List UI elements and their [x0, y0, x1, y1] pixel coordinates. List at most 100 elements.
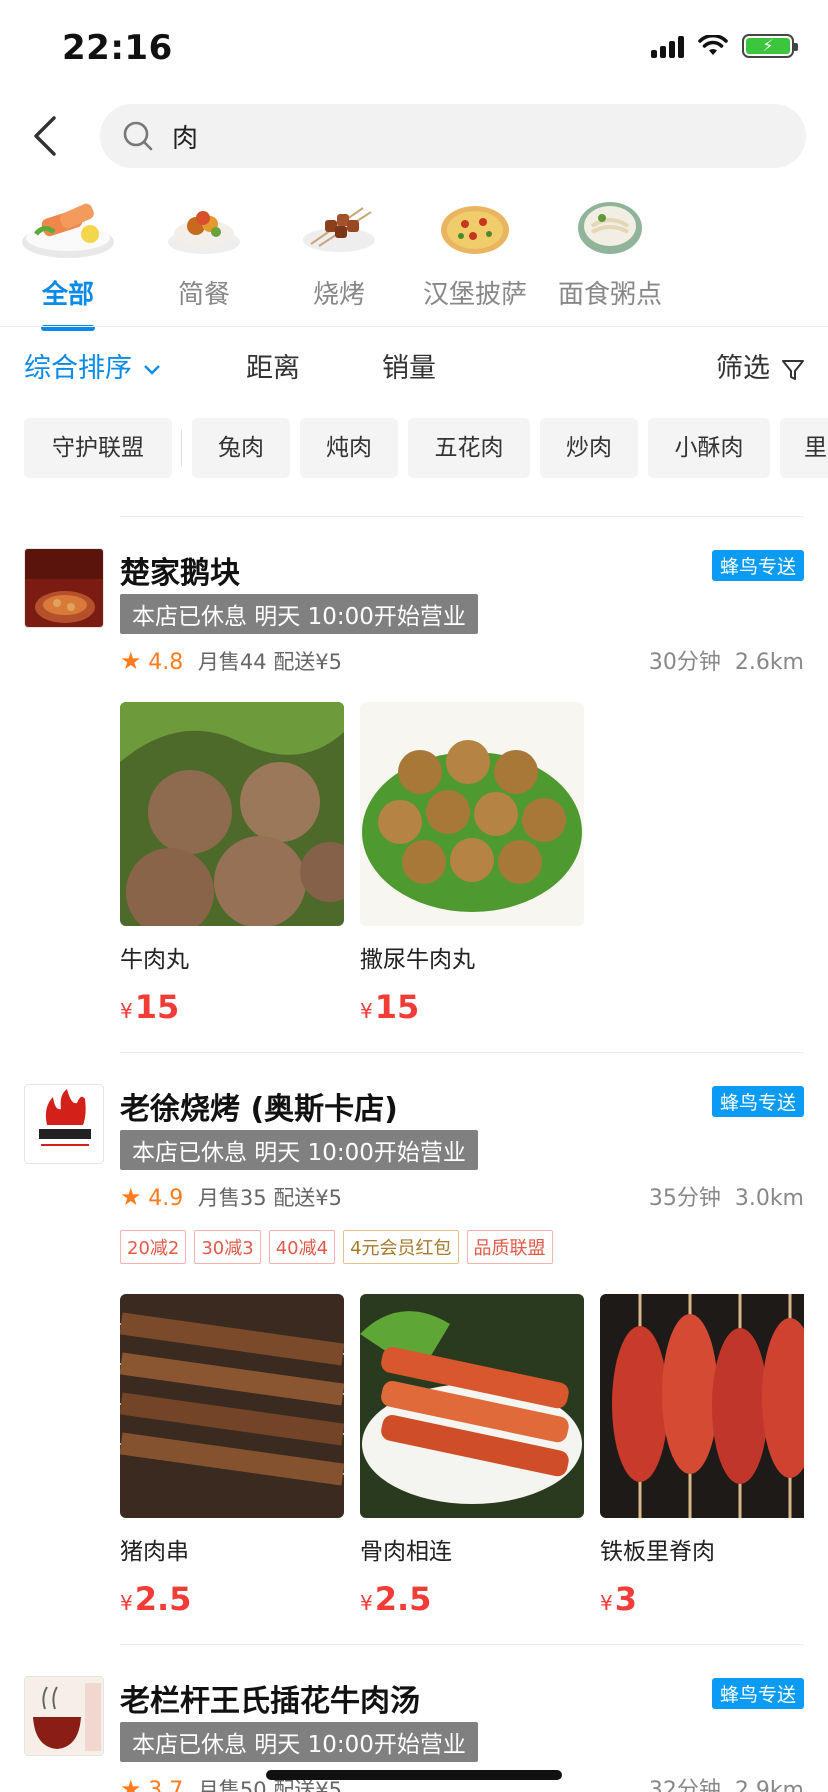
closed-status: 本店已休息 明天 10:00开始营业	[120, 1722, 478, 1762]
delivery-time: 30分钟	[648, 650, 721, 675]
tag-chip[interactable]: 炒肉	[540, 418, 638, 478]
search-icon	[123, 121, 153, 151]
shop-rating: 4.9	[148, 1186, 184, 1211]
dish-name: 猪肉串	[120, 1539, 189, 1565]
tab-burger-pizza-label: 汉堡披萨	[422, 280, 527, 310]
keyword-tags: 守护联盟 兔肉 炖肉 五花肉 炒肉 小酥肉 里	[0, 418, 828, 478]
monthly-sales: 月售35	[197, 1186, 267, 1210]
tab-noodle-porridge[interactable]: 面食粥点	[540, 190, 680, 311]
tag-chip[interactable]: 小酥肉	[648, 418, 770, 478]
promo-tag: 品质联盟	[466, 1230, 553, 1264]
dish-list: 牛肉丸 ¥15 撒尿牛肉丸 ¥15	[120, 702, 804, 1026]
tag-chip[interactable]: 五花肉	[408, 418, 530, 478]
tab-simple-meal-label: 简餐	[177, 280, 230, 310]
delivery-badge: 蜂鸟专送	[711, 1678, 804, 1709]
closed-status: 本店已休息 明天 10:00开始营业	[120, 594, 478, 634]
tab-bbq[interactable]: 烧烤	[269, 190, 409, 311]
tab-burger-pizza[interactable]: 汉堡披萨	[405, 190, 545, 311]
tag-chip[interactable]: 炖肉	[300, 418, 398, 478]
promo-tag: 4元会员红包	[343, 1230, 459, 1264]
tab-all-label: 全部	[41, 280, 94, 310]
tag-chip[interactable]: 里	[780, 418, 828, 478]
shop-logo	[24, 548, 104, 628]
dish-photo	[120, 1294, 344, 1518]
filter-button[interactable]: 筛选	[716, 346, 805, 385]
dish-price: ¥15	[360, 988, 420, 1026]
delivery-fee: 配送¥5	[273, 1778, 343, 1792]
back-arrow-icon[interactable]	[30, 114, 66, 158]
noodle-bowl-icon	[562, 190, 658, 262]
shop-name: 老栏杆王氏插花牛肉汤	[120, 1684, 420, 1719]
monthly-sales: 月售50	[197, 1778, 267, 1792]
tag-chip[interactable]: 守护联盟	[24, 418, 172, 478]
dish-item[interactable]: 铁板里脊肉 ¥3	[600, 1294, 804, 1618]
shop-time-distance: 30分钟 2.6km	[649, 644, 804, 676]
shop-logo	[24, 1084, 104, 1164]
shop-name: 楚家鹅块	[120, 556, 240, 591]
divider	[120, 1644, 804, 1645]
shop-time-distance: 32分钟 2.9km	[649, 1772, 804, 1792]
tab-simple-meal[interactable]: 简餐	[134, 190, 274, 311]
home-indicator[interactable]	[266, 1770, 562, 1780]
dish-item[interactable]: 猪肉串 ¥2.5	[120, 1294, 344, 1618]
wifi-icon	[698, 35, 728, 55]
shop-card[interactable]: 老徐烧烤 (奥斯卡店) 蜂鸟专送 本店已休息 明天 10:00开始营业 ★ 4.…	[0, 1084, 828, 1618]
app-screen: 22:16 ⚡ 肉 全部 简餐 烧烤 汉堡披萨 面食粥点 综合排序 距离 销量 …	[0, 0, 828, 1792]
dish-price: ¥15	[120, 988, 180, 1026]
tag-separator	[181, 430, 182, 466]
divider	[120, 1052, 804, 1053]
shop-meta: ★ 4.8 月售44 配送¥5	[120, 646, 342, 676]
delivery-time: 32分钟	[648, 1778, 721, 1792]
status-bar: 22:16 ⚡	[0, 0, 828, 100]
shop-rating: 4.8	[148, 650, 184, 675]
promo-tag: 20减2	[120, 1230, 187, 1264]
dish-name: 撒尿牛肉丸	[360, 947, 475, 973]
promo-tag: 40减4	[268, 1230, 336, 1264]
dish-item[interactable]: 撒尿牛肉丸 ¥15	[360, 702, 584, 1026]
shop-logo	[24, 1676, 104, 1756]
delivery-badge: 蜂鸟专送	[711, 550, 804, 581]
sort-bar: 综合排序 距离 销量 筛选	[0, 346, 828, 390]
dish-item[interactable]: 牛肉丸 ¥15	[120, 702, 344, 1026]
dish-photo	[360, 702, 584, 926]
sort-default-label: 综合排序	[24, 353, 132, 384]
dish-name: 铁板里脊肉	[600, 1539, 715, 1565]
filter-label: 筛选	[716, 353, 770, 384]
delivery-fee: 配送¥5	[273, 1186, 343, 1210]
distance: 3.0km	[734, 1186, 804, 1211]
delivery-fee: 配送¥5	[273, 650, 343, 674]
filter-icon	[781, 359, 804, 380]
dish-photo	[360, 1294, 584, 1518]
status-icons: ⚡	[651, 34, 798, 58]
cellular-signal-icon	[651, 34, 684, 58]
dish-name: 牛肉丸	[120, 947, 189, 973]
status-time: 22:16	[62, 28, 173, 68]
monthly-sales: 月售44	[197, 650, 267, 674]
chevron-down-icon	[143, 364, 160, 375]
search-input[interactable]: 肉	[100, 104, 806, 168]
divider	[0, 326, 828, 327]
dish-item[interactable]: 骨肉相连 ¥2.5	[360, 1294, 584, 1618]
star-icon: ★	[120, 1775, 142, 1792]
star-icon: ★	[120, 1183, 142, 1211]
shop-card[interactable]: 楚家鹅块 蜂鸟专送 本店已休息 明天 10:00开始营业 ★ 4.8 月售44 …	[0, 548, 828, 1026]
dish-list: 猪肉串 ¥2.5 骨肉相连 ¥2.5 铁板里脊肉 ¥3	[120, 1294, 804, 1618]
closed-status: 本店已休息 明天 10:00开始营业	[120, 1130, 478, 1170]
dish-photo	[120, 702, 344, 926]
skewer-icon	[291, 190, 387, 262]
promo-tags: 20减2 30减3 40减4 4元会员红包 品质联盟	[120, 1230, 553, 1264]
sort-distance-button[interactable]: 距离	[246, 346, 300, 385]
tab-all[interactable]: 全部	[0, 190, 138, 331]
distance: 2.9km	[734, 1778, 804, 1792]
salmon-plate-icon	[20, 190, 116, 262]
shop-name: 老徐烧烤 (奥斯卡店)	[120, 1092, 398, 1127]
dish-price: ¥2.5	[360, 1580, 432, 1618]
dish-price: ¥2.5	[120, 1580, 192, 1618]
sort-sales-button[interactable]: 销量	[382, 346, 436, 385]
tab-bbq-label: 烧烤	[312, 280, 365, 310]
sort-default-button[interactable]: 综合排序	[24, 346, 161, 385]
search-row: 肉	[0, 100, 828, 170]
shop-rating: 3.7	[148, 1778, 184, 1792]
divider	[120, 516, 804, 517]
tag-chip[interactable]: 兔肉	[192, 418, 290, 478]
